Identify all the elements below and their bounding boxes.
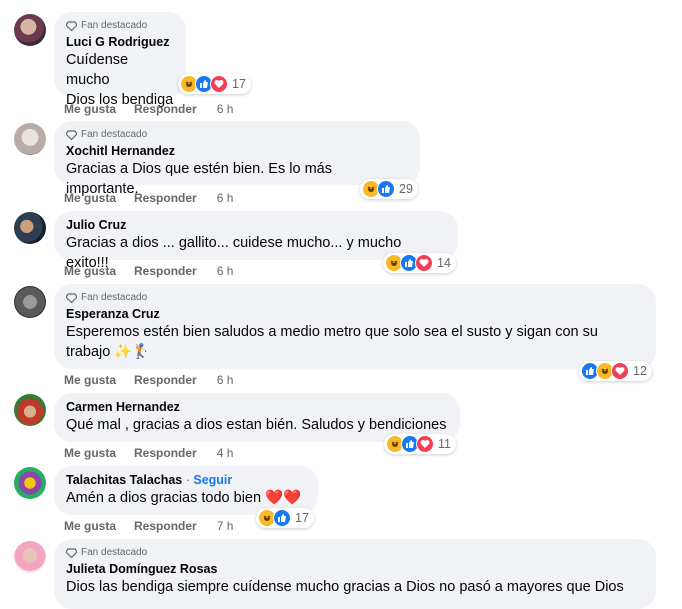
- reaction-summary[interactable]: 17: [178, 74, 251, 94]
- comment-bubble: Fan destacado Xochitl Hernandez Gracias …: [54, 121, 420, 197]
- reaction-summary[interactable]: 12: [579, 361, 652, 381]
- diamond-icon: [66, 547, 77, 558]
- reply-link[interactable]: Responder: [134, 519, 197, 533]
- commenter-name[interactable]: Esperanza Cruz: [66, 307, 644, 322]
- comment-text: Esperemos estén bien saludos a medio met…: [66, 324, 598, 340]
- avatar[interactable]: [14, 541, 46, 573]
- reaction-count: 17: [232, 77, 246, 91]
- timestamp[interactable]: 6 h: [217, 102, 234, 116]
- fan-badge: Fan destacado: [66, 546, 644, 559]
- reaction-summary[interactable]: 11: [384, 434, 456, 454]
- avatar[interactable]: [14, 286, 46, 318]
- reaction-summary[interactable]: 17: [256, 508, 314, 528]
- commenter-name[interactable]: Julio Cruz: [66, 218, 446, 233]
- comment-actions: Me gusta Responder 6 h: [64, 373, 251, 387]
- fan-badge: Fan destacado: [66, 291, 644, 304]
- timestamp[interactable]: 6 h: [217, 373, 234, 387]
- comment-actions: Me gusta Responder 6 h: [64, 264, 251, 278]
- like-link[interactable]: Me gusta: [64, 102, 116, 116]
- reply-link[interactable]: Responder: [134, 191, 197, 205]
- comment-bubble: Fan destacado Luci G Rodriguez Cuídense …: [54, 12, 186, 108]
- timestamp[interactable]: 6 h: [217, 191, 234, 205]
- commenter-name[interactable]: Luci G Rodriguez: [66, 35, 174, 50]
- avatar[interactable]: [14, 123, 46, 155]
- reply-link[interactable]: Responder: [134, 446, 197, 460]
- diamond-icon: [66, 292, 77, 303]
- heart-icon: [415, 254, 433, 272]
- fan-badge: Fan destacado: [66, 128, 408, 141]
- commenter-name[interactable]: Carmen Hernandez: [66, 400, 448, 415]
- separator-dot: ·: [182, 473, 194, 487]
- reaction-count: 12: [633, 364, 647, 378]
- like-link[interactable]: Me gusta: [64, 264, 116, 278]
- fan-badge: Fan destacado: [66, 19, 174, 32]
- avatar[interactable]: [14, 467, 46, 499]
- like-link[interactable]: Me gusta: [64, 191, 116, 205]
- comment-actions: Me gusta Responder 4 h: [64, 446, 251, 460]
- follow-link[interactable]: Seguir: [193, 473, 232, 487]
- comment-text: Qué mal , gracias a dios estan bién. Sal…: [66, 417, 447, 433]
- reaction-count: 11: [438, 437, 451, 451]
- avatar[interactable]: [14, 394, 46, 426]
- reply-link[interactable]: Responder: [134, 373, 197, 387]
- commenter-name[interactable]: Talachitas Talachas · Seguir: [66, 473, 306, 488]
- reaction-count: 14: [437, 256, 451, 270]
- like-link[interactable]: Me gusta: [64, 373, 116, 387]
- reply-link[interactable]: Responder: [134, 102, 197, 116]
- avatar[interactable]: [14, 14, 46, 46]
- diamond-icon: [66, 20, 77, 31]
- comment-bubble: Fan destacado Julieta Domínguez Rosas Di…: [54, 539, 656, 609]
- avatar[interactable]: [14, 212, 46, 244]
- commenter-name[interactable]: Julieta Domínguez Rosas: [66, 562, 644, 577]
- timestamp[interactable]: 4 h: [217, 446, 234, 460]
- reaction-count: 29: [399, 182, 413, 196]
- comment-actions: Me gusta Responder 6 h: [64, 191, 251, 205]
- reaction-summary[interactable]: 29: [360, 179, 418, 199]
- like-icon: [273, 509, 291, 527]
- commenter-name[interactable]: Xochitl Hernandez: [66, 144, 408, 159]
- like-icon: [377, 180, 395, 198]
- comment-text: Dios las bendiga siempre cuídense mucho …: [66, 579, 624, 595]
- reaction-summary[interactable]: 14: [383, 253, 456, 273]
- like-link[interactable]: Me gusta: [64, 446, 116, 460]
- diamond-icon: [66, 129, 77, 140]
- comment-actions: Me gusta Responder 6 h: [64, 102, 251, 116]
- heart-icon: [210, 75, 228, 93]
- comment-text: Amén a dios gracias todo bien ❤️❤️: [66, 490, 302, 506]
- comment-bubble: Fan destacado Esperanza Cruz Esperemos e…: [54, 284, 656, 369]
- reply-link[interactable]: Responder: [134, 264, 197, 278]
- heart-icon: [611, 362, 629, 380]
- timestamp[interactable]: 7 h: [217, 519, 234, 533]
- timestamp[interactable]: 6 h: [217, 264, 234, 278]
- like-link[interactable]: Me gusta: [64, 519, 116, 533]
- reaction-count: 17: [295, 511, 309, 525]
- comment-text: trabajo ✨🏌️: [66, 344, 151, 360]
- comment-actions: Me gusta Responder 7 h: [64, 519, 251, 533]
- comment-text: Cuídense mucho: [66, 52, 129, 88]
- commenter-name-text[interactable]: Talachitas Talachas: [66, 473, 182, 487]
- heart-icon: [416, 435, 434, 453]
